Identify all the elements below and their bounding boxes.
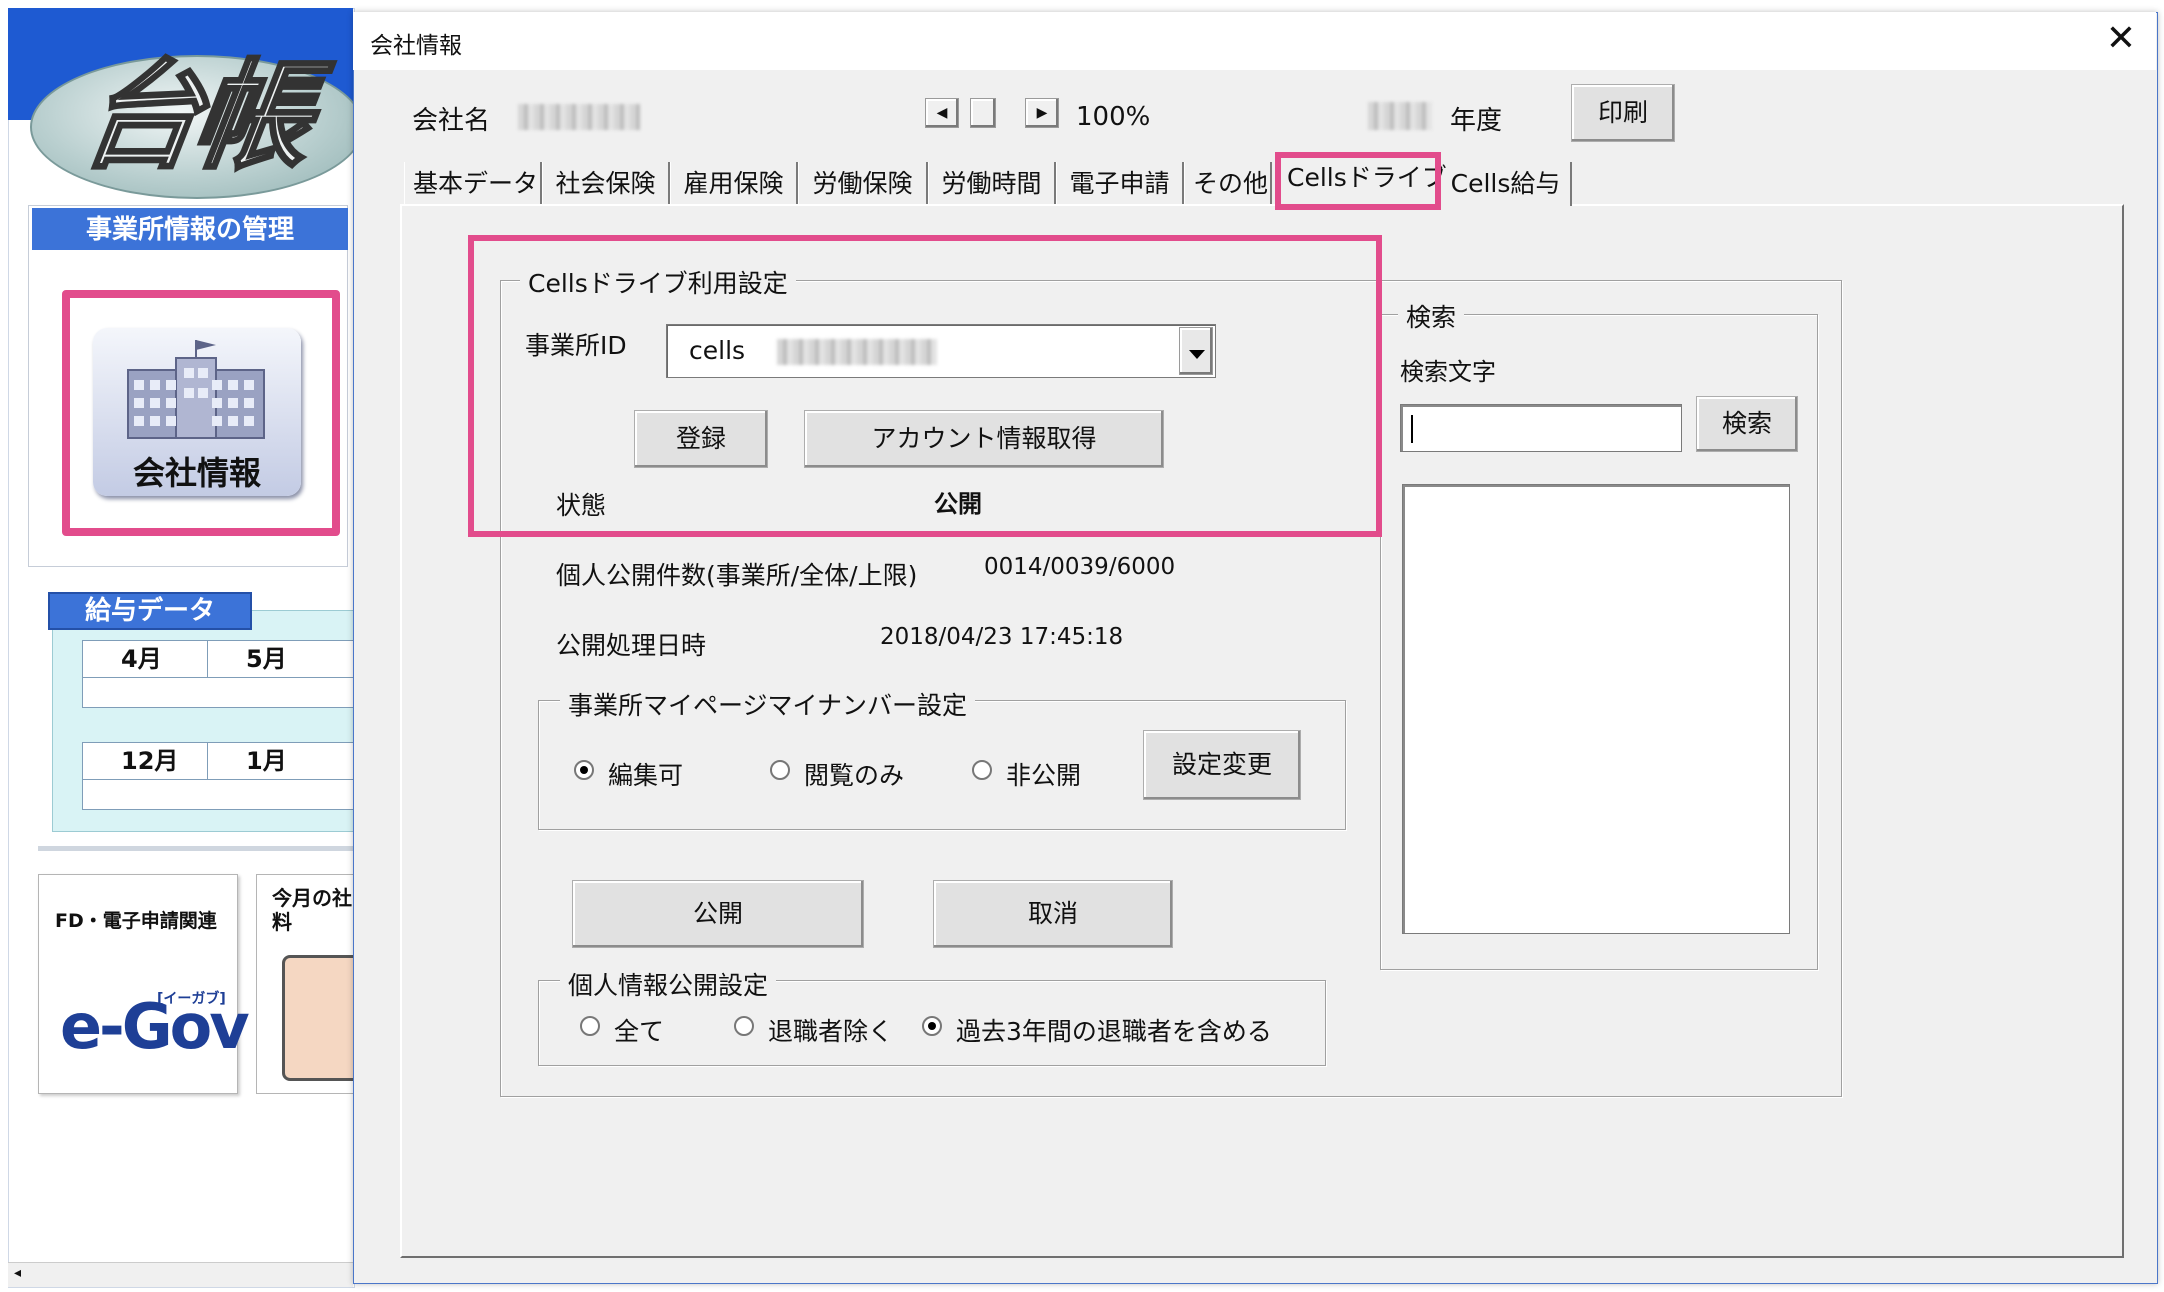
month-cell-april[interactable]: 4月	[82, 640, 208, 678]
search-results-list[interactable]	[1402, 484, 1790, 934]
salary-section-header: 給与データ	[48, 592, 252, 630]
month-cell-january[interactable]: 1月	[207, 742, 357, 780]
zoom-increase-button[interactable]: ▶	[1025, 98, 1059, 128]
egov-logo-caption: [イーガブ]	[157, 991, 226, 1007]
company-name-redacted	[518, 104, 640, 130]
tab-basic-data[interactable]: 基本データ	[404, 162, 542, 206]
mynumber-settings-title: 事業所マイページマイナンバー設定	[560, 686, 976, 722]
year-redacted	[1368, 102, 1432, 130]
right-arrow-icon: ▶	[1036, 105, 1048, 121]
tab-e-application[interactable]: 電子申請	[1056, 162, 1184, 206]
company-info-label: 会社情報	[132, 454, 261, 492]
tab-cells-payroll[interactable]: Cells給与	[1440, 162, 1572, 206]
month-cell-december[interactable]: 12月	[82, 742, 208, 780]
setting-change-button[interactable]: 設定変更	[1143, 730, 1301, 800]
search-group-title: 検索	[1398, 298, 1465, 334]
search-text-label: 検索文字	[1400, 358, 1496, 386]
tab-employment-insurance[interactable]: 雇用保険	[670, 162, 798, 206]
zoom-level: 100%	[1076, 102, 1151, 132]
year-label: 年度	[1450, 106, 1503, 136]
settings-highlight-box	[468, 235, 1382, 537]
dialog-title: 会社情報	[370, 33, 462, 59]
left-arrow-icon: ◀	[936, 105, 948, 121]
publish-datetime-label: 公開処理日時	[556, 631, 707, 660]
month-cell-may[interactable]: 5月	[207, 640, 357, 678]
radio-view-only-label: 閲覧のみ	[804, 761, 905, 790]
search-button[interactable]: 検索	[1696, 396, 1798, 452]
radio-private-label: 非公開	[1006, 761, 1082, 790]
close-icon[interactable]: ✕	[2100, 18, 2142, 60]
divider	[38, 846, 358, 851]
dialog-titlebar	[353, 12, 2156, 70]
zoom-decrease-button[interactable]: ◀	[925, 98, 959, 128]
app-logo-text: 台帳	[72, 45, 315, 187]
radio-exclude-retired[interactable]	[734, 1016, 754, 1036]
office-section-header: 事業所情報の管理	[32, 208, 348, 250]
horizontal-scrollbar[interactable]: ◂	[8, 1262, 353, 1287]
radio-editable[interactable]	[574, 760, 594, 780]
tab-working-hours[interactable]: 労働時間	[928, 162, 1056, 206]
radio-private[interactable]	[972, 760, 992, 780]
publish-button[interactable]: 公開	[572, 880, 864, 948]
personal-info-settings-title: 個人情報公開設定	[560, 966, 777, 1002]
building-icon	[127, 340, 265, 439]
radio-all[interactable]	[580, 1016, 600, 1036]
active-tab-highlight	[1275, 152, 1441, 210]
tab-labor-insurance[interactable]: 労働保険	[798, 162, 928, 206]
radio-exclude-retired-label: 退職者除く	[768, 1017, 894, 1046]
radio-view-only[interactable]	[770, 760, 790, 780]
print-button[interactable]: 印刷	[1571, 84, 1675, 142]
zoom-slider-thumb[interactable]	[970, 98, 996, 128]
tab-social-insurance[interactable]: 社会保険	[542, 162, 670, 206]
publish-count-label: 個人公開件数(事業所/全体/上限)	[556, 561, 918, 590]
search-input[interactable]	[1400, 404, 1682, 452]
tab-other[interactable]: その他	[1184, 162, 1272, 206]
monthly-card-label: 今月の社料	[272, 886, 352, 934]
text-caret	[1411, 415, 1413, 443]
month-row-blank	[82, 678, 357, 708]
cancel-publish-button[interactable]: 取消	[933, 880, 1173, 948]
radio-include-3yr-retired[interactable]	[922, 1016, 942, 1036]
scroll-left-icon[interactable]: ◂	[14, 1265, 21, 1281]
fd-card-label: FD・電子申請関連	[55, 910, 217, 932]
radio-all-label: 全て	[614, 1017, 665, 1046]
publish-count-value: 0014/0039/6000	[984, 554, 1176, 580]
month-row-blank	[82, 780, 357, 810]
radio-include-3yr-retired-label: 過去3年間の退職者を含める	[956, 1017, 1272, 1046]
company-name-label: 会社名	[412, 106, 491, 136]
publish-datetime-value: 2018/04/23 17:45:18	[880, 624, 1124, 650]
radio-editable-label: 編集可	[608, 761, 684, 790]
